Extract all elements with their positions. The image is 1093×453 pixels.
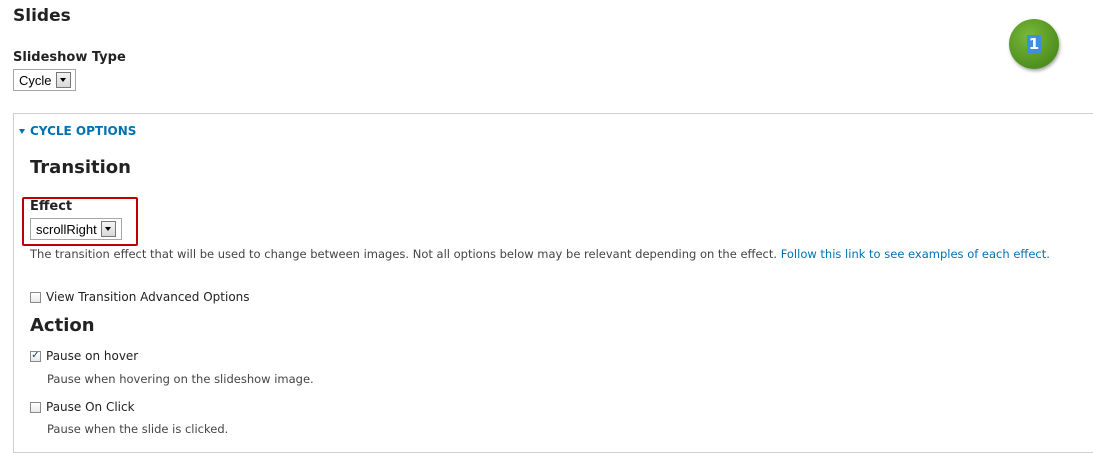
slideshow-type-value: Cycle: [19, 72, 52, 88]
page-title: Slides: [13, 6, 71, 26]
advanced-options-checkbox[interactable]: [30, 291, 41, 303]
effect-description: The transition effect that will be used …: [30, 247, 1050, 261]
effect-value: scrollRight: [36, 221, 97, 237]
effect-label: Effect: [30, 199, 73, 214]
pause-hover-checkbox[interactable]: ✓: [30, 350, 41, 362]
pause-click-label[interactable]: Pause On Click: [46, 400, 135, 414]
chevron-down-icon: [55, 72, 71, 88]
pause-click-checkbox[interactable]: [30, 401, 41, 413]
effect-examples-link[interactable]: Follow this link to see examples of each…: [781, 247, 1050, 261]
cycle-options-toggle[interactable]: CYCLE OPTIONS: [19, 124, 136, 138]
effect-description-text: The transition effect that will be used …: [30, 247, 778, 261]
step-badge-number: 1: [1026, 35, 1042, 53]
triangle-down-icon: [19, 128, 25, 134]
advanced-options-row[interactable]: View Transition Advanced Options: [30, 290, 250, 304]
slideshow-type-label: Slideshow Type: [13, 50, 126, 65]
cycle-options-legend: CYCLE OPTIONS: [30, 124, 137, 138]
cycle-options-fieldset: [13, 113, 1093, 453]
advanced-options-label[interactable]: View Transition Advanced Options: [46, 290, 250, 304]
transition-heading: Transition: [30, 157, 131, 178]
pause-hover-label[interactable]: Pause on hover: [46, 349, 138, 363]
step-badge: 1: [1009, 19, 1059, 69]
pause-click-row[interactable]: Pause On Click: [30, 400, 135, 414]
action-heading: Action: [30, 315, 95, 336]
pause-hover-row[interactable]: ✓ Pause on hover: [30, 349, 138, 363]
effect-select[interactable]: scrollRight: [30, 218, 122, 240]
chevron-down-icon: [100, 221, 116, 237]
pause-click-description: Pause when the slide is clicked.: [47, 422, 229, 436]
pause-hover-description: Pause when hovering on the slideshow ima…: [47, 372, 314, 386]
slideshow-type-select[interactable]: Cycle: [13, 69, 76, 91]
